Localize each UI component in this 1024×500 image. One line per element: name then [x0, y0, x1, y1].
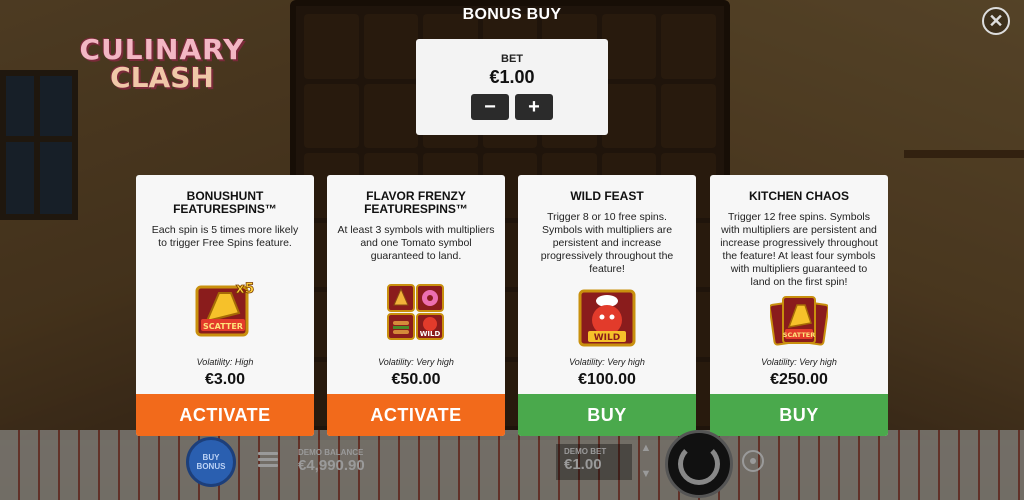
scatter-label: SCATTER — [203, 322, 243, 331]
close-icon[interactable]: ✕ — [982, 7, 1010, 35]
card-price: €250.00 — [770, 371, 828, 388]
activate-button[interactable]: ACTIVATE — [327, 394, 505, 436]
wild-label: WILD — [420, 330, 441, 338]
card-volatility: Volatility: Very high — [378, 357, 454, 367]
demo-balance-label: DEMO BALANCE — [298, 448, 364, 457]
card-volatility: Volatility: Very high — [761, 357, 837, 367]
spin-icon — [678, 443, 720, 485]
bonus-buy-title: BONUS BUY — [462, 6, 562, 23]
bonus-card-flavor-frenzy: FLAVOR FRENZY FEATURESPINS™ At least 3 s… — [327, 175, 505, 436]
game-logo: CULINARY CLASH — [72, 36, 252, 92]
demo-balance: DEMO BALANCE €4,990.90 — [298, 448, 365, 474]
activate-button[interactable]: ACTIVATE — [136, 394, 314, 436]
bet-stepper: ▲ ▼ — [636, 442, 656, 480]
demo-bet: DEMO BET €1.00 — [556, 444, 632, 480]
card-price: €50.00 — [391, 371, 441, 388]
buy-button[interactable]: BUY — [710, 394, 888, 436]
food-symbols-icon: WILD — [386, 283, 446, 346]
card-title: BONUSHUNT FEATURESPINS™ — [173, 189, 277, 216]
card-volatility: Volatility: High — [196, 357, 254, 367]
chevron-up-icon[interactable]: ▲ — [641, 442, 652, 454]
card-description: At least 3 symbols with multipliers and … — [337, 224, 495, 262]
logo-line-2: CLASH — [110, 61, 214, 94]
bet-decrease-button[interactable]: − — [471, 94, 509, 120]
card-title: FLAVOR FRENZY FEATURESPINS™ — [364, 189, 468, 216]
buy-button[interactable]: BUY — [518, 394, 696, 436]
card-volatility: Volatility: Very high — [569, 357, 645, 367]
card-price: €3.00 — [204, 371, 246, 388]
demo-bet-label: DEMO BET — [564, 447, 607, 456]
multiplier-label: x5 — [236, 281, 255, 297]
card-price: €100.00 — [578, 371, 636, 388]
bet-value: €1.00 — [489, 67, 535, 87]
bonus-card-wild-feast: WILD FEAST Trigger 8 or 10 free spins. S… — [518, 175, 696, 436]
card-title: KITCHEN CHAOS — [748, 189, 849, 203]
bet-increase-button[interactable]: + — [515, 94, 553, 120]
demo-bet-value: €1.00 — [564, 456, 602, 473]
spin-button[interactable] — [665, 430, 733, 498]
card-title: WILD FEAST — [570, 189, 644, 203]
scatter-stack-icon: SCATTER — [768, 293, 830, 354]
scatter-label: SCATTER — [783, 331, 815, 339]
autoplay-icon[interactable] — [742, 450, 764, 472]
demo-balance-value: €4,990.90 — [298, 457, 365, 474]
tomato-wild-icon: WILD — [578, 289, 636, 352]
buy-bonus-button[interactable]: BUY BONUS — [186, 437, 236, 487]
card-description: Each spin is 5 times more likely to trig… — [151, 224, 299, 249]
bonus-card-bonushunt: BONUSHUNT FEATURESPINS™ Each spin is 5 t… — [136, 175, 314, 436]
chevron-down-icon[interactable]: ▼ — [641, 468, 652, 480]
wild-label: WILD — [594, 333, 620, 343]
bet-label: BET — [501, 53, 523, 65]
menu-icon[interactable] — [258, 452, 278, 468]
card-description: Trigger 8 or 10 free spins. Symbols with… — [540, 211, 674, 275]
card-description: Trigger 12 free spins. Symbols with mult… — [720, 211, 878, 288]
logo-line-1: CULINARY — [79, 33, 245, 66]
scatter-x5-icon: SCATTER x5 — [195, 279, 255, 342]
bonus-card-kitchen-chaos: KITCHEN CHAOS Trigger 12 free spins. Sym… — [710, 175, 888, 436]
bet-panel: BET €1.00 − + — [416, 39, 608, 135]
